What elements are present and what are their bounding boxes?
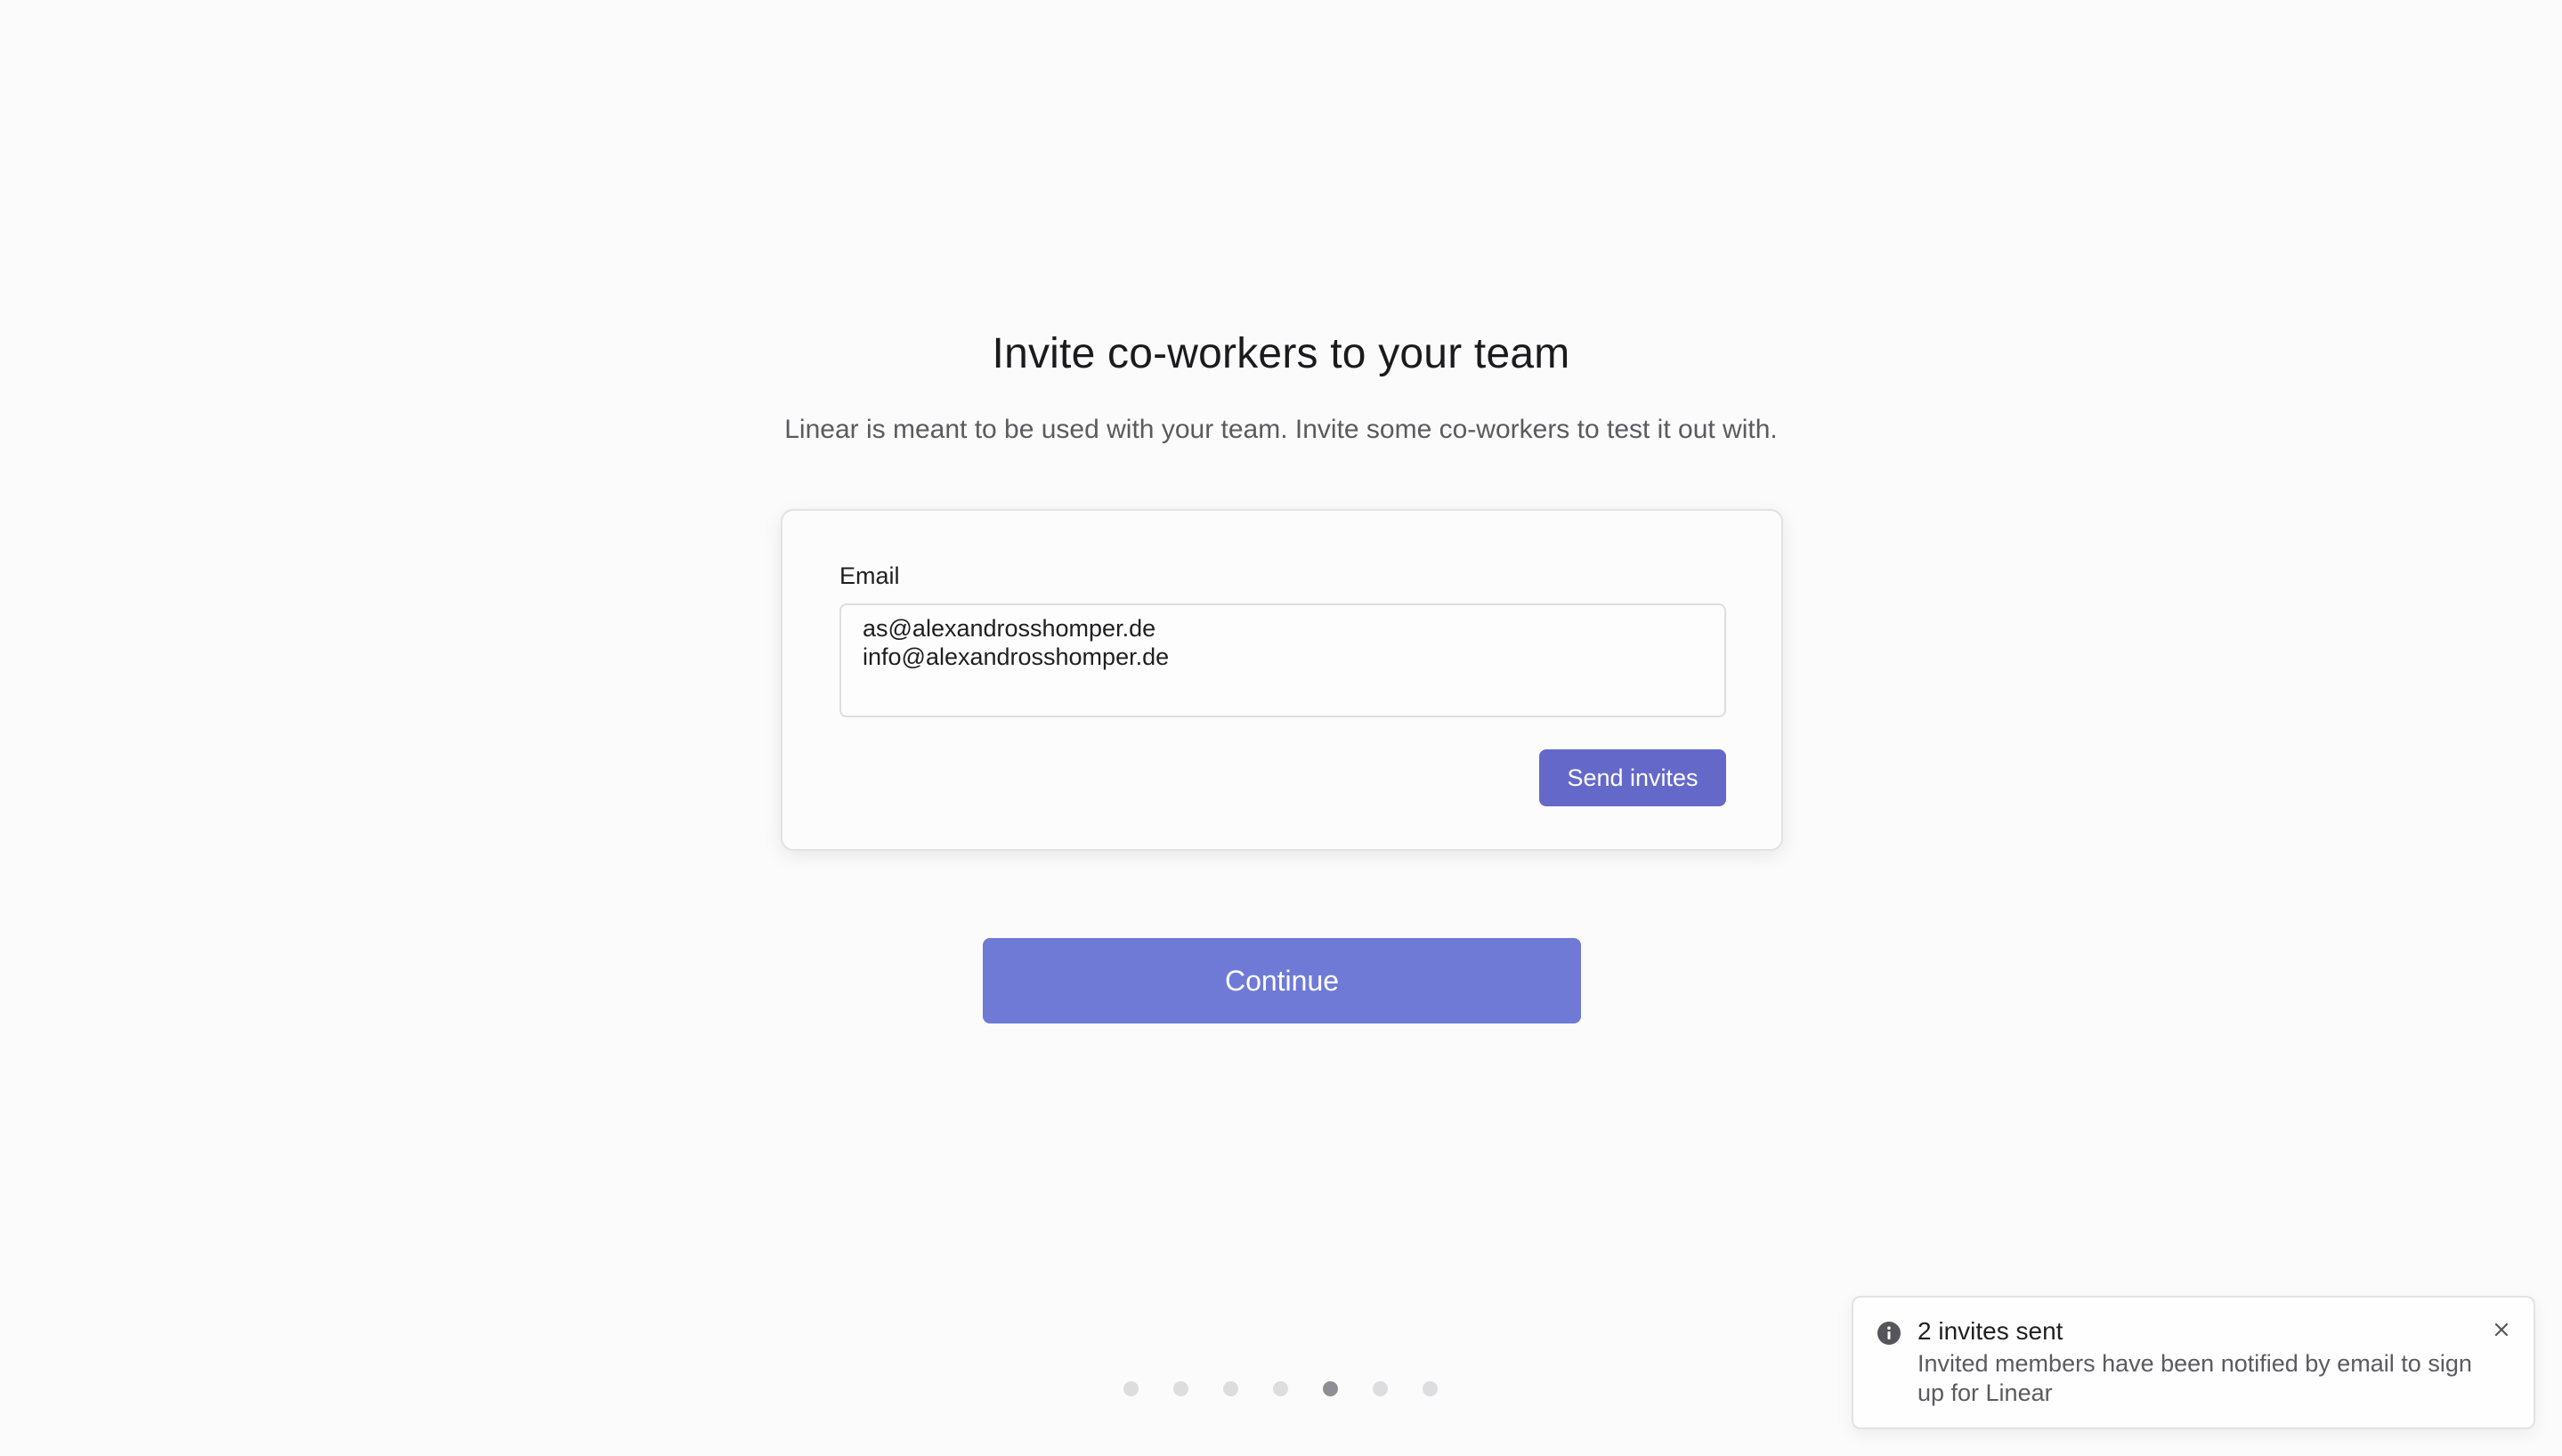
step-dot	[1123, 1381, 1139, 1396]
step-dot-active	[1323, 1381, 1338, 1396]
email-label: Email	[839, 562, 900, 589]
toast-title: 2 invites sent	[1917, 1317, 2063, 1345]
step-dot	[1373, 1381, 1388, 1396]
email-field[interactable]: as@alexandrosshomper.de info@alexandross…	[839, 603, 1726, 717]
step-dot	[1423, 1381, 1438, 1396]
page-title: Invite co-workers to your team	[992, 330, 1570, 377]
toast-notification: 2 invites sent Invited members have been…	[1852, 1296, 2535, 1429]
invite-card: Email as@alexandrosshomper.de info@alexa…	[781, 509, 1783, 851]
toast-message: Invited members have been notified by em…	[1917, 1350, 2472, 1406]
close-icon[interactable]	[2489, 1317, 2514, 1342]
continue-button[interactable]: Continue	[983, 938, 1581, 1023]
step-dot	[1173, 1381, 1188, 1396]
step-dot	[1273, 1381, 1288, 1396]
send-invites-button[interactable]: Send invites	[1539, 749, 1726, 806]
onboarding-page: Invite co-workers to your team Linear is…	[0, 0, 2562, 1456]
info-icon	[1877, 1321, 1901, 1346]
step-indicator	[1123, 1381, 1438, 1396]
page-subtitle: Linear is meant to be used with your tea…	[784, 415, 1778, 444]
step-dot	[1223, 1381, 1238, 1396]
